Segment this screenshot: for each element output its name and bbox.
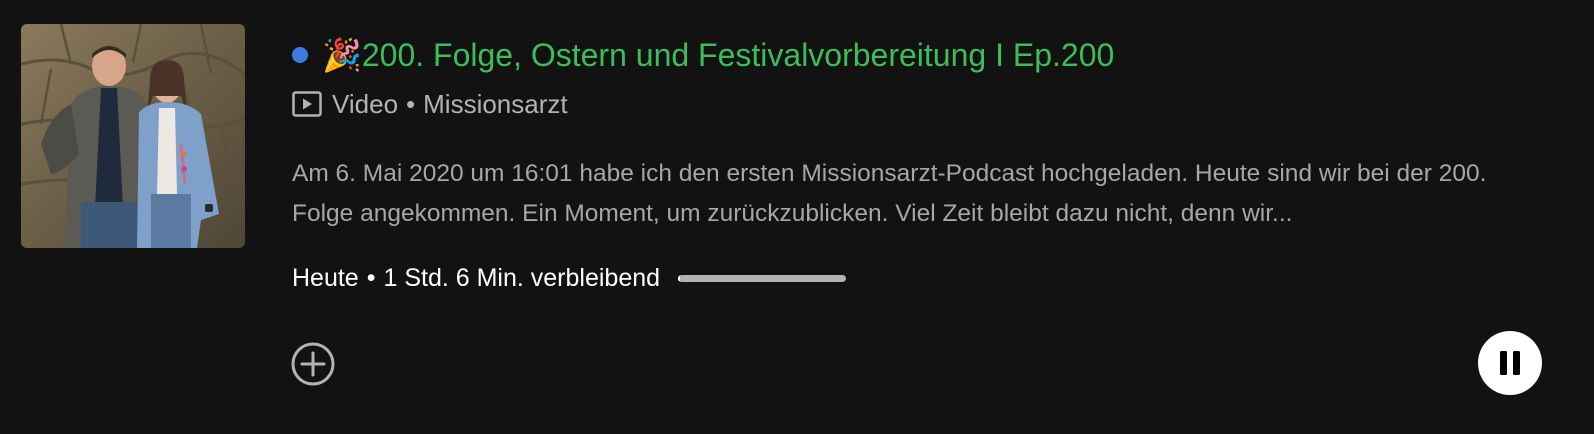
party-popper-emoji: 🎉: [322, 37, 362, 73]
pause-icon: [1500, 351, 1520, 375]
new-episode-indicator: [292, 47, 308, 63]
add-to-library-button[interactable]: [290, 341, 336, 387]
progress-bar-fill: [678, 274, 680, 282]
show-name-link[interactable]: Missionsarzt: [423, 89, 567, 120]
episode-description: Am 6. Mai 2020 um 16:01 habe ich den ers…: [292, 160, 1487, 227]
title-row: 🎉200. Folge, Ostern und Festivalvorberei…: [292, 30, 1114, 80]
episode-meta: Video • Missionsarzt: [292, 86, 568, 122]
pause-button[interactable]: [1478, 331, 1542, 395]
episode-row[interactable]: 🎉200. Folge, Ostern und Festivalvorberei…: [0, 0, 1594, 434]
episode-title: 200. Folge, Ostern und Festivalvorbereit…: [361, 37, 1115, 73]
playback-status: Heute • 1 Std. 6 Min. verbleibend: [292, 260, 847, 296]
episode-title-link[interactable]: 🎉200. Folge, Ostern und Festivalvorberei…: [322, 35, 1114, 75]
media-type-label: Video: [332, 88, 399, 119]
status-separator: •: [366, 263, 376, 292]
video-icon: [292, 91, 322, 117]
progress-bar: [678, 274, 847, 282]
time-remaining: 1 Std. 6 Min. verbleibend: [383, 263, 661, 292]
release-date: Heute: [292, 263, 359, 292]
episode-artwork: [21, 24, 245, 248]
meta-separator: •: [406, 88, 416, 119]
plus-circle-icon: [291, 342, 335, 386]
